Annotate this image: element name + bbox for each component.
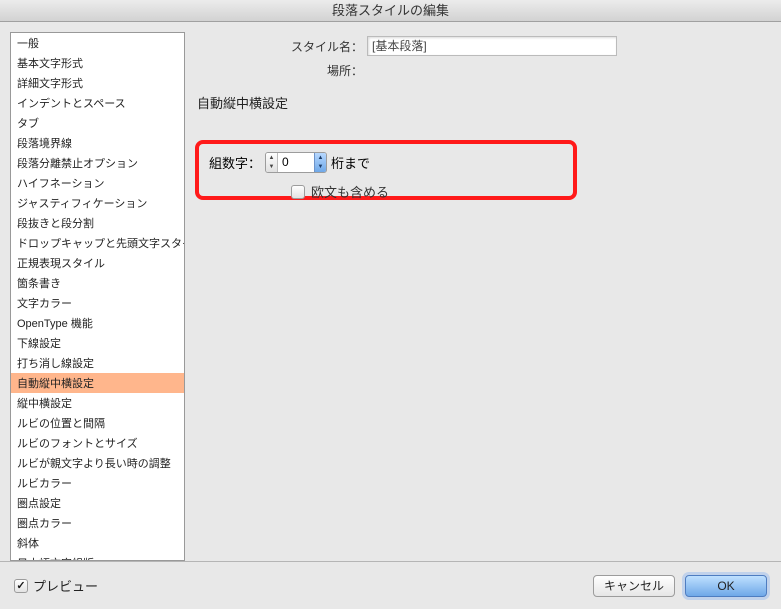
- stepper-left-arrows[interactable]: ▲ ▼: [266, 153, 278, 172]
- sidebar-item[interactable]: ドロップキャップと先頭文字スタイル: [11, 233, 184, 253]
- preview-toggle[interactable]: プレビュー: [14, 576, 98, 595]
- sidebar-item[interactable]: ルビのフォントとサイズ: [11, 433, 184, 453]
- sidebar-item[interactable]: OpenType 機能: [11, 313, 184, 333]
- sidebar-item[interactable]: 段抜きと段分割: [11, 213, 184, 233]
- dialog-footer: プレビュー キャンセル OK: [0, 561, 781, 609]
- sidebar-item[interactable]: 日本語文字組版: [11, 553, 184, 561]
- stepper-right-arrows[interactable]: ▲ ▼: [314, 153, 326, 172]
- preview-label: プレビュー: [33, 576, 98, 595]
- ok-button[interactable]: OK: [685, 575, 767, 597]
- chevron-down-icon[interactable]: ▼: [315, 163, 326, 173]
- sidebar-item[interactable]: 段落分離禁止オプション: [11, 153, 184, 173]
- sidebar-item[interactable]: 圏点カラー: [11, 513, 184, 533]
- style-name-field[interactable]: [基本段落]: [367, 36, 617, 56]
- sidebar-item[interactable]: 正規表現スタイル: [11, 253, 184, 273]
- digits-row: 組数字： ▲ ▼ ▲ ▼ 桁まで: [209, 152, 370, 173]
- sidebar-item[interactable]: 圏点設定: [11, 493, 184, 513]
- content-area: 一般基本文字形式詳細文字形式インデントとスペースタブ段落境界線段落分離禁止オプシ…: [0, 22, 781, 561]
- preview-checkbox[interactable]: [14, 579, 28, 593]
- sidebar-item[interactable]: ハイフネーション: [11, 173, 184, 193]
- location-label: 場所：: [197, 62, 367, 79]
- category-sidebar[interactable]: 一般基本文字形式詳細文字形式インデントとスペースタブ段落境界線段落分離禁止オプシ…: [10, 32, 185, 561]
- include-roman-checkbox[interactable]: [291, 185, 305, 199]
- sidebar-item[interactable]: 打ち消し線設定: [11, 353, 184, 373]
- sidebar-item[interactable]: 斜体: [11, 533, 184, 553]
- sidebar-item[interactable]: 下線設定: [11, 333, 184, 353]
- digits-input[interactable]: [278, 153, 314, 172]
- sidebar-item[interactable]: 文字カラー: [11, 293, 184, 313]
- sidebar-item[interactable]: 縦中横設定: [11, 393, 184, 413]
- style-name-label: スタイル名：: [197, 38, 367, 55]
- main-panel: スタイル名： [基本段落] 場所： 自動縦中横設定 組数字： ▲ ▼ ▲ ▼ 桁…: [197, 32, 771, 561]
- sidebar-item[interactable]: ジャスティフィケーション: [11, 193, 184, 213]
- section-title: 自動縦中横設定: [197, 93, 771, 112]
- sidebar-item[interactable]: ルビカラー: [11, 473, 184, 493]
- sidebar-item[interactable]: 基本文字形式: [11, 53, 184, 73]
- sidebar-item[interactable]: ルビの位置と間隔: [11, 413, 184, 433]
- sidebar-item[interactable]: 段落境界線: [11, 133, 184, 153]
- chevron-down-icon[interactable]: ▼: [266, 163, 277, 173]
- cancel-button[interactable]: キャンセル: [593, 575, 675, 597]
- style-name-row: スタイル名： [基本段落]: [197, 36, 771, 56]
- digits-suffix: 桁まで: [331, 153, 370, 172]
- sidebar-item[interactable]: インデントとスペース: [11, 93, 184, 113]
- sidebar-item[interactable]: 一般: [11, 33, 184, 53]
- digits-stepper[interactable]: ▲ ▼ ▲ ▼: [265, 152, 327, 173]
- include-roman-row: 欧文も含める: [291, 182, 389, 201]
- sidebar-item[interactable]: 箇条書き: [11, 273, 184, 293]
- digits-label: 組数字：: [209, 153, 261, 172]
- sidebar-item[interactable]: タブ: [11, 113, 184, 133]
- chevron-up-icon[interactable]: ▲: [266, 153, 277, 163]
- include-roman-label: 欧文も含める: [311, 182, 389, 201]
- sidebar-item[interactable]: ルビが親文字より長い時の調整: [11, 453, 184, 473]
- window-title: 段落スタイルの編集: [0, 0, 781, 22]
- sidebar-item[interactable]: 詳細文字形式: [11, 73, 184, 93]
- chevron-up-icon[interactable]: ▲: [315, 153, 326, 163]
- sidebar-item[interactable]: 自動縦中横設定: [11, 373, 184, 393]
- location-row: 場所：: [197, 62, 771, 79]
